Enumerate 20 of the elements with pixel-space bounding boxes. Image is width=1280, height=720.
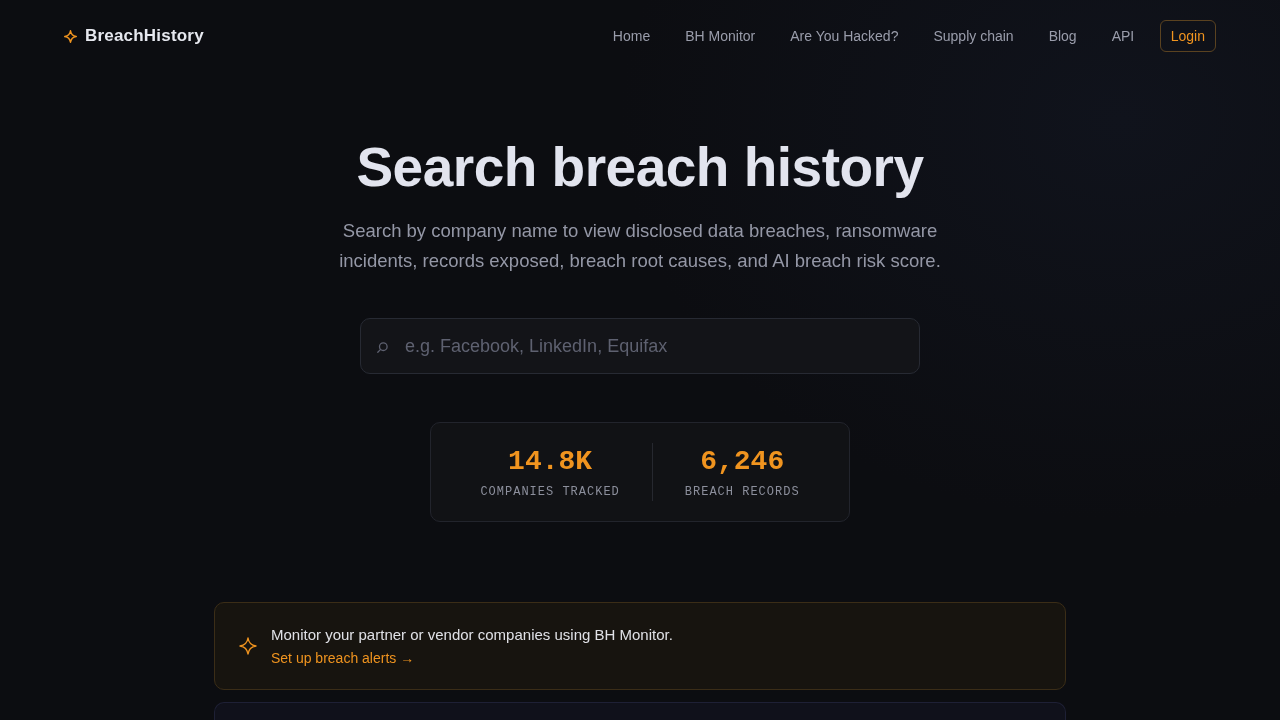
alerts-link[interactable]: Set up breach alerts →	[271, 649, 415, 667]
nav-link[interactable]: Blog	[1031, 28, 1095, 44]
stat-label: COMPANIES TRACKED	[480, 483, 620, 500]
search-field[interactable]: e.g. Facebook, LinkedIn, Equifax	[360, 318, 920, 374]
nav-link[interactable]: BH Monitor	[667, 28, 773, 44]
stat-value: 6,246	[700, 444, 785, 479]
logo-text: BreachHistory	[85, 26, 204, 46]
nav-link[interactable]: Home	[595, 28, 668, 44]
page-subtitle: Search by company name to view disclosed data breaches, ransomware incidents, records exposed, breach root causes, and AI breach risk score.	[338, 219, 942, 273]
search-icon	[377, 342, 388, 353]
page-title: Search breach history	[356, 135, 924, 200]
stat-label: BREACH RECORDS	[684, 483, 800, 500]
banner-text: Monitor your partner or vendor companies using BH Monitor.	[271, 625, 673, 645]
nav-link[interactable]: API	[1094, 28, 1152, 44]
nav-link[interactable]: Are You Hacked?	[772, 28, 916, 44]
login-button[interactable]: Login	[1159, 20, 1216, 52]
sparkle-icon	[64, 29, 77, 43]
sparkle-icon	[239, 637, 257, 655]
stat-value: 14.8K	[508, 444, 593, 479]
nav-link[interactable]: Supply chain	[915, 28, 1032, 44]
